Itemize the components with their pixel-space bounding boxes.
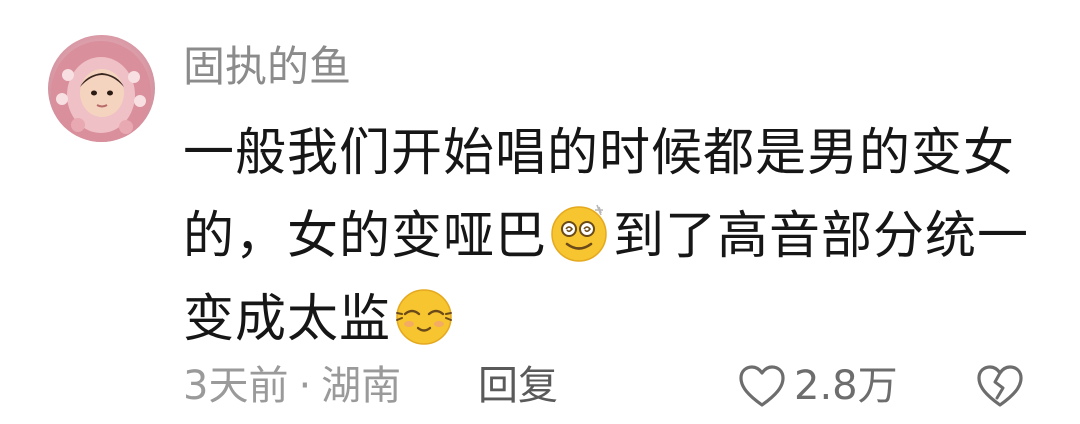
username[interactable]: 固执的鱼 xyxy=(183,42,351,92)
like-count: 2.8万 xyxy=(794,363,898,409)
comment-text: 一般我们开始唱的时候都是男的变女的，女的变哑巴 到了高音部分统一变成太监 xyxy=(183,112,1053,361)
user-avatar[interactable] xyxy=(48,35,155,142)
heart-outline-icon xyxy=(739,365,785,407)
comment-meta: 3天前 · 湖南 xyxy=(183,362,401,410)
comment-time: 3天前 xyxy=(183,363,289,409)
comment-location: 湖南 xyxy=(321,363,402,409)
comment-item: 固执的鱼 一般我们开始唱的时候都是男的变女的，女的变哑巴 到了高音部分统一变成太… xyxy=(0,0,1080,424)
broken-heart-icon xyxy=(977,365,1023,407)
dizzy-smile-emoji xyxy=(549,201,611,263)
dislike-button[interactable] xyxy=(976,364,1024,419)
meta-separator: · xyxy=(298,363,312,409)
reply-button[interactable]: 回复 xyxy=(478,362,558,410)
comment-footer: 3天前 · 湖南 回复 2.8万 xyxy=(183,362,1043,410)
shy-smile-emoji xyxy=(393,284,455,346)
like-button[interactable]: 2.8万 xyxy=(738,362,898,410)
